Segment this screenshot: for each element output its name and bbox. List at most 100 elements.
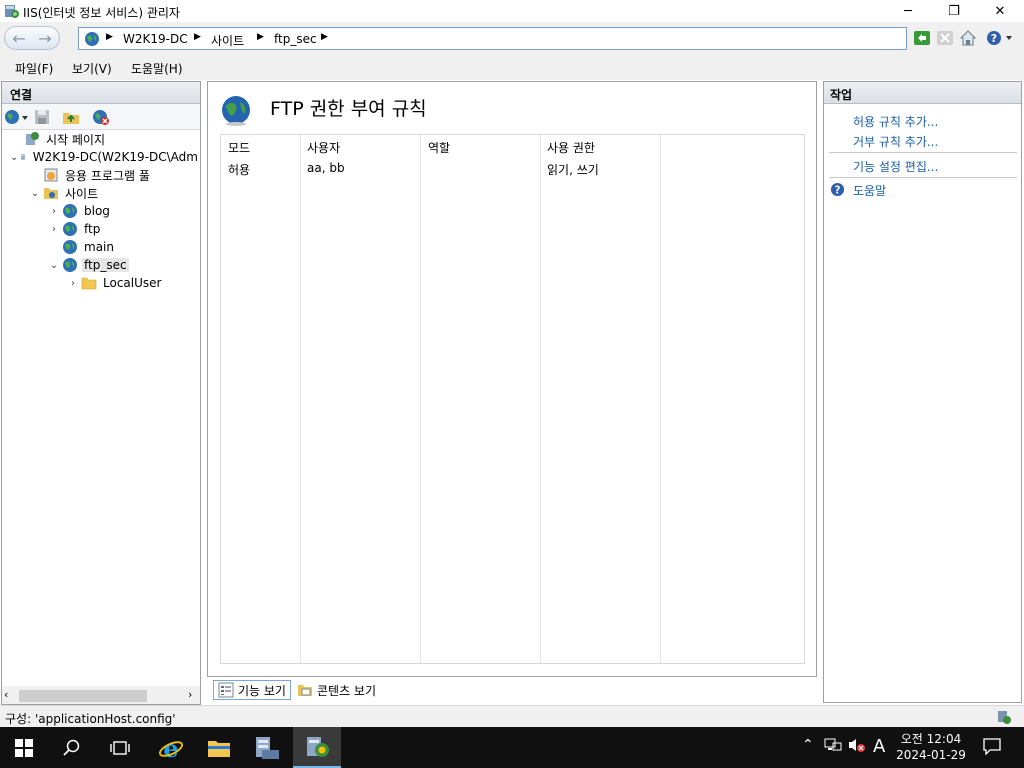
tab-content-view[interactable]: 콘텐츠 보기 — [293, 680, 380, 700]
tree-node-사이트[interactable]: ⌄ 사이트 — [2, 184, 200, 202]
refresh-icon[interactable] — [912, 28, 932, 48]
menu-bar: 파일(F) 보기(V) 도움말(H) — [0, 55, 1024, 80]
column-empty — [661, 135, 804, 663]
restore-button[interactable]: ❐ — [931, 0, 977, 22]
svg-text:?: ? — [835, 184, 841, 196]
forward-arrow-icon[interactable]: → — [32, 28, 58, 48]
taskbar: e ⌃ A 오전 12:04 2024-01-29 — [0, 727, 1024, 768]
column-permissions: 사용 권한 읽기, 쓰기 — [541, 135, 661, 663]
tree-node-main[interactable]: main — [2, 238, 200, 256]
tab-features-view[interactable]: 기능 보기 — [213, 680, 291, 700]
network-icon[interactable] — [824, 737, 842, 757]
cell-permissions[interactable]: 읽기, 쓰기 — [547, 161, 599, 178]
collapse-chevron-icon[interactable]: ⌄ — [10, 151, 18, 163]
breadcrumb-server[interactable]: W2K19-DC — [123, 32, 188, 46]
up-folder-icon[interactable] — [62, 109, 80, 125]
home-icon[interactable] — [958, 28, 978, 48]
column-header-role[interactable]: 역할 — [428, 139, 450, 156]
tree-node-localuser[interactable]: › LocalUser — [2, 274, 200, 292]
status-bar: 구성: 'applicationHost.config' — [0, 705, 1024, 727]
title-bar: IIS(인터넷 정보 서비스) 관리자 ─ ❐ ✕ — [0, 0, 1024, 22]
horizontal-scrollbar[interactable]: ‹ › — [2, 686, 200, 704]
disconnect-icon[interactable] — [92, 109, 110, 125]
menu-view[interactable]: 보기(V) — [72, 60, 112, 77]
close-button[interactable]: ✕ — [977, 0, 1023, 22]
volume-muted-icon[interactable] — [848, 737, 866, 757]
taskbar-iis-manager[interactable] — [293, 727, 341, 768]
globe-icon — [85, 32, 99, 46]
breadcrumb-separator-icon: ▶ — [257, 32, 264, 42]
tree-node-시작-페이지[interactable]: 시작 페이지 — [2, 130, 200, 148]
help-dropdown-icon[interactable]: ? — [985, 28, 1015, 48]
tree-node-ftp-sec[interactable]: ⌄ ftp_sec — [2, 256, 200, 274]
view-tabs: 기능 보기 콘텐츠 보기 — [207, 678, 817, 702]
input-method-indicator[interactable]: A — [873, 736, 885, 757]
breadcrumb-sites[interactable]: 사이트 — [211, 32, 244, 49]
cell-user[interactable]: aa, bb — [307, 161, 345, 175]
window-title: IIS(인터넷 정보 서비스) 관리자 — [23, 6, 180, 20]
taskbar-internet-explorer[interactable]: e — [147, 727, 195, 768]
tree-node-w2k19-dc-w2k19-dc-adm[interactable]: ⌄ W2K19-DC(W2K19-DC\Adm — [2, 148, 200, 166]
scroll-left-icon[interactable]: ‹ — [4, 688, 8, 701]
address-bar[interactable]: ▶ W2K19-DC ▶ 사이트 ▶ ftp_sec ▶ — [78, 27, 907, 50]
tree-node-label: 사이트 — [65, 186, 99, 201]
task-view-icon — [110, 740, 130, 755]
cell-mode[interactable]: 허용 — [228, 161, 250, 178]
column-role: 역할 — [421, 135, 541, 663]
menu-help[interactable]: 도움말(H) — [131, 60, 183, 77]
taskbar-file-explorer[interactable] — [195, 727, 243, 768]
save-icon[interactable] — [34, 109, 50, 125]
rules-grid: 모드 허용 사용자 aa, bb 역할 사용 권한 읽기, 쓰기 — [220, 134, 805, 664]
tree-node-label: 시작 페이지 — [46, 132, 106, 147]
collapse-chevron-icon[interactable]: ⌄ — [48, 259, 60, 271]
tab-content-view-label: 콘텐츠 보기 — [317, 683, 377, 698]
actions-separator — [829, 152, 1017, 153]
column-header-permissions[interactable]: 사용 권한 — [547, 139, 595, 156]
tree-node-응용-프로그램-풀[interactable]: 응용 프로그램 풀 — [2, 166, 200, 184]
tree-node-label: 응용 프로그램 풀 — [65, 168, 150, 183]
column-header-mode[interactable]: 모드 — [228, 139, 250, 156]
back-arrow-icon[interactable]: ← — [6, 28, 32, 48]
stop-icon[interactable] — [935, 28, 955, 48]
tree-connector — [29, 169, 41, 181]
clock-date: 2024-01-29 — [896, 748, 966, 762]
breadcrumb-ftp-sec[interactable]: ftp_sec — [274, 32, 317, 46]
connections-tree: 시작 페이지 ⌄ W2K19-DC(W2K19-DC\Adm 응용 프로그램 풀 ⌄ 사이… — [2, 130, 200, 292]
scrollbar-thumb[interactable] — [19, 690, 147, 702]
connect-globe-icon[interactable] — [4, 108, 30, 126]
clock[interactable]: 오전 12:04 2024-01-29 — [890, 731, 972, 763]
help-link[interactable]: 도움말 — [853, 182, 886, 199]
tree-node-ftp[interactable]: › ftp — [2, 220, 200, 238]
minimize-button[interactable]: ─ — [885, 0, 931, 22]
task-view-button[interactable] — [96, 727, 144, 768]
tree-node-blog[interactable]: › blog — [2, 202, 200, 220]
scroll-right-icon[interactable]: › — [188, 688, 192, 701]
collapse-chevron-icon[interactable]: ⌄ — [29, 187, 41, 199]
expand-chevron-icon[interactable]: › — [48, 205, 60, 217]
expand-chevron-icon[interactable]: › — [67, 277, 79, 289]
tree-node-label: ftp — [84, 222, 101, 236]
expand-chevron-icon[interactable]: › — [48, 223, 60, 235]
navigation-bar: ← → ▶ W2K19-DC ▶ 사이트 ▶ ftp_sec ▶ ? — [0, 22, 1024, 55]
menu-file[interactable]: 파일(F) — [15, 60, 53, 77]
column-header-user[interactable]: 사용자 — [307, 139, 340, 156]
add-deny-rule-link[interactable]: 거부 규칙 추가... — [853, 133, 938, 150]
actions-title: 작업 — [830, 88, 853, 102]
breadcrumb-separator-icon: ▶ — [106, 32, 113, 42]
internet-explorer-icon: e — [159, 735, 183, 761]
add-allow-rule-link[interactable]: 허용 규칙 추가... — [853, 113, 938, 130]
tree-node-label: main — [84, 240, 114, 254]
show-hidden-icons-icon[interactable]: ⌃ — [802, 737, 814, 753]
connections-header: 연결 — [2, 82, 200, 104]
edit-feature-settings-link[interactable]: 기능 설정 편집... — [853, 158, 938, 175]
globe-icon — [62, 203, 78, 219]
search-button[interactable] — [48, 727, 96, 768]
taskbar-server-manager[interactable] — [243, 727, 291, 768]
tree-node-label: blog — [84, 204, 110, 218]
tree-node-label: W2K19-DC(W2K19-DC\Adm — [32, 150, 198, 164]
content-view-icon — [298, 685, 312, 696]
start-button[interactable] — [0, 727, 48, 768]
tab-features-view-label: 기능 보기 — [238, 683, 286, 698]
notifications-icon[interactable] — [983, 737, 1001, 759]
globe-icon — [62, 239, 78, 255]
